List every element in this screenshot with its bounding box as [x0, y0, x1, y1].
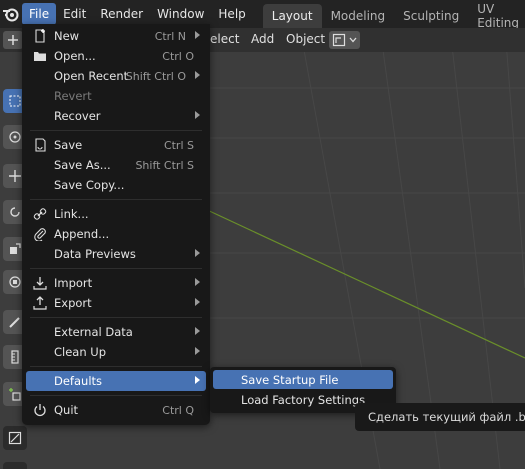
menu-separator	[30, 268, 202, 269]
menu-item-clean-up[interactable]: Clean Up	[26, 342, 206, 362]
menu-item-append[interactable]: Append...	[26, 224, 206, 244]
menu-help[interactable]: Help	[211, 3, 252, 25]
x-axis-line	[159, 187, 525, 359]
export-icon	[31, 294, 49, 312]
submenu-arrow-icon	[195, 298, 200, 306]
tooltip: Сделать текущий файл .blend	[355, 403, 525, 431]
submenu-arrow-icon	[195, 111, 200, 119]
view-toggle-tool[interactable]	[3, 426, 27, 450]
object-menu[interactable]: Object	[286, 32, 325, 46]
menu-item-new[interactable]: New Ctrl N	[26, 26, 206, 46]
menu-item-data-previews[interactable]: Data Previews	[26, 244, 206, 264]
menu-render[interactable]: Render	[93, 3, 150, 25]
submenu-arrow-icon	[195, 249, 200, 257]
submenu-arrow-icon	[195, 347, 200, 355]
select-menu[interactable]: elect	[210, 32, 239, 46]
file-menu: New Ctrl N Open... Ctrl O Open Recent Sh…	[22, 24, 210, 425]
menu-item-open[interactable]: Open... Ctrl O	[26, 46, 206, 66]
menu-item-link[interactable]: Link...	[26, 204, 206, 224]
menu-item-save[interactable]: Save Ctrl S	[26, 135, 206, 155]
tool-shelf	[0, 52, 27, 469]
submenu-arrow-icon	[195, 376, 200, 384]
menu-item-defaults[interactable]: Defaults	[26, 371, 206, 391]
orientation-dropdown[interactable]	[329, 31, 360, 49]
chevron-down-icon	[349, 37, 357, 43]
menu-item-revert: Revert	[54, 89, 92, 103]
new-file-icon	[31, 27, 49, 45]
submenu-arrow-icon	[195, 31, 200, 39]
submenu-arrow-icon	[195, 327, 200, 335]
menu-item-recover[interactable]: Recover	[26, 106, 206, 126]
submenu-arrow-icon	[195, 278, 200, 286]
menu-file[interactable]: File	[22, 3, 57, 25]
tooltip-text: Сделать текущий файл .blend	[368, 410, 525, 424]
tab-uv-editing[interactable]: UV Editing	[468, 2, 525, 30]
folder-icon	[31, 47, 49, 65]
menu-window[interactable]: Window	[150, 3, 211, 25]
save-icon	[31, 136, 49, 154]
import-icon	[31, 274, 49, 292]
link-icon	[31, 205, 49, 223]
menu-item-export[interactable]: Export	[26, 293, 206, 313]
editor-type-button[interactable]	[3, 31, 23, 49]
menu-item-open-recent[interactable]: Open Recent Shift Ctrl O	[26, 66, 206, 86]
menu-item-import[interactable]: Import	[26, 273, 206, 293]
menu-item-quit[interactable]: Quit Ctrl Q	[26, 400, 206, 420]
menu-item-save-as[interactable]: Save As... Shift Ctrl S	[26, 155, 206, 175]
menu-item-external-data[interactable]: External Data	[26, 322, 206, 342]
tab-modeling[interactable]: Modeling	[322, 4, 395, 28]
menu-item-save-startup-file[interactable]: Save Startup File	[213, 370, 393, 389]
power-icon	[31, 401, 49, 419]
menu-separator	[30, 199, 202, 200]
menu-separator	[30, 130, 202, 131]
tab-sculpting[interactable]: Sculpting	[394, 4, 468, 28]
append-icon	[31, 225, 49, 243]
blender-logo-icon[interactable]	[2, 3, 20, 25]
menu-edit[interactable]: Edit	[56, 3, 93, 25]
add-menu[interactable]: Add	[251, 32, 274, 46]
menu-item-save-copy[interactable]: Save Copy...	[26, 175, 206, 195]
menu-separator	[30, 317, 202, 318]
menu-separator	[30, 366, 202, 367]
workspace-tabs: Layout Modeling Sculpting UV Editing	[262, 0, 525, 30]
tool-settings-icon[interactable]	[3, 462, 27, 469]
menu-separator	[30, 395, 202, 396]
tab-layout[interactable]: Layout	[262, 4, 322, 28]
submenu-arrow-icon	[195, 71, 200, 79]
orientation-icon	[332, 33, 346, 47]
